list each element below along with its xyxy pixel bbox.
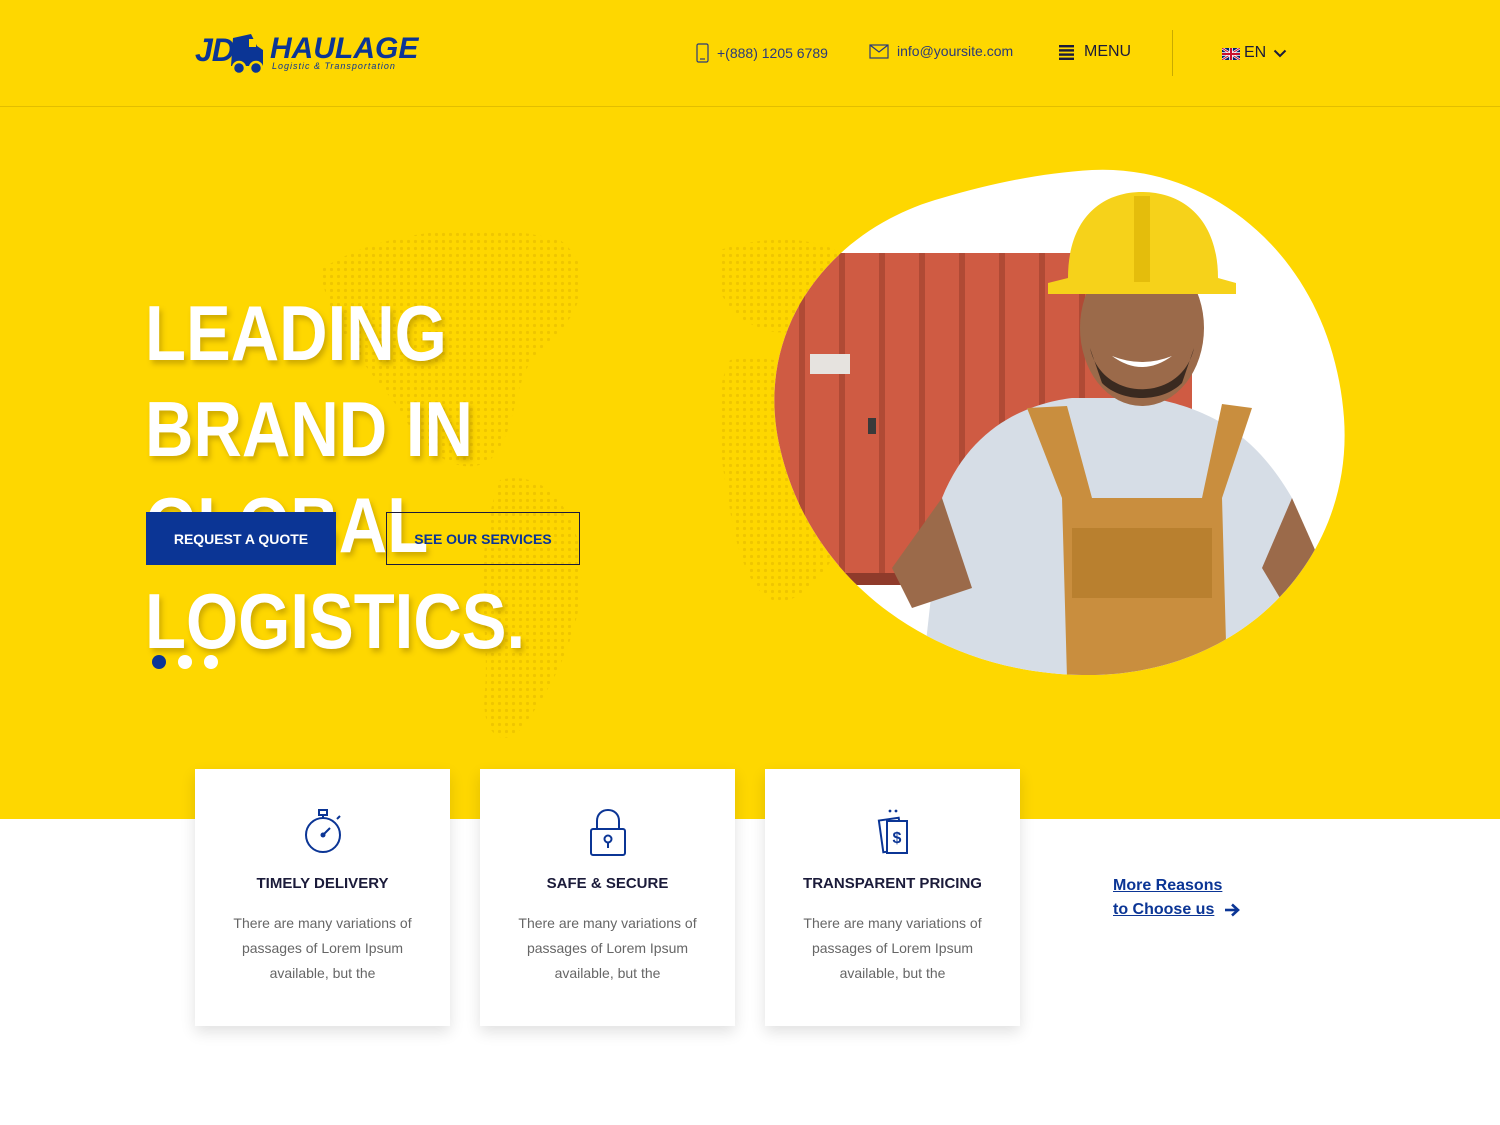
hero-title-line2: GLOBAL LOGISTICS.	[145, 481, 526, 665]
request-quote-button[interactable]: REQUEST A QUOTE	[146, 512, 336, 565]
more-reasons-line1: More Reasons	[1113, 877, 1223, 894]
feature-title: TRANSPARENT PRICING	[803, 875, 982, 892]
header-phone[interactable]: +(888) 1205 6789	[696, 43, 828, 63]
slider-pagination	[152, 655, 218, 669]
feature-card-timely-delivery: TIMELY DELIVERY There are many variation…	[195, 769, 450, 1026]
feature-text: There are many variations of passages of…	[518, 915, 697, 981]
language-code: EN	[1244, 44, 1267, 61]
header-divider	[1172, 30, 1173, 76]
language-selector[interactable]: EN	[1222, 44, 1287, 62]
more-reasons-line2: to Choose us	[1113, 901, 1215, 918]
menu-label: MENU	[1084, 43, 1132, 60]
site-logo[interactable]: JD HAULAGE Logistic & Transportation	[195, 30, 418, 80]
hero-worker-photo	[774, 169, 1345, 676]
feature-card-transparent-pricing: $ TRANSPARENT PRICING There are many var…	[765, 769, 1020, 1026]
padlock-icon	[590, 808, 626, 856]
phone-icon	[696, 43, 709, 63]
feature-title: SAFE & SECURE	[546, 875, 669, 892]
uk-flag-icon	[1222, 48, 1240, 60]
feature-title: TIMELY DELIVERY	[256, 875, 389, 892]
hero-title: LEADING BRAND IN GLOBAL LOGISTICS.	[145, 285, 678, 669]
slide-dot-3[interactable]	[204, 655, 218, 669]
logo-tagline: Logistic & Transportation	[272, 61, 396, 71]
hamburger-icon	[1059, 44, 1074, 60]
feature-card-safe-secure: SAFE & SECURE There are many variations …	[480, 769, 735, 1026]
stopwatch-icon	[305, 809, 341, 853]
more-reasons-link[interactable]: More Reasons to Choose us	[1113, 874, 1241, 922]
email-address: info@yoursite.com	[897, 43, 1014, 59]
svg-text:$: $	[893, 830, 902, 847]
arrow-right-icon	[1225, 903, 1241, 917]
see-services-button[interactable]: SEE OUR SERVICES	[386, 512, 580, 565]
site-header: JD HAULAGE Logistic & Transportation +(8…	[0, 0, 1500, 107]
mail-icon	[869, 43, 889, 59]
truck-icon	[231, 34, 264, 76]
more-reasons-line2-wrap: to Choose us	[1113, 898, 1241, 922]
slide-dot-2[interactable]	[178, 655, 192, 669]
phone-number: +(888) 1205 6789	[717, 45, 828, 61]
menu-button[interactable]: MENU	[1059, 43, 1131, 61]
slide-dot-1[interactable]	[152, 655, 166, 669]
header-email[interactable]: info@yoursite.com	[869, 43, 1013, 59]
feature-text: There are many variations of passages of…	[803, 915, 982, 981]
chevron-down-icon	[1274, 49, 1287, 57]
money-icon: $	[877, 809, 908, 854]
feature-text: There are many variations of passages of…	[233, 915, 412, 981]
hero-title-line1: LEADING BRAND IN	[145, 289, 473, 473]
